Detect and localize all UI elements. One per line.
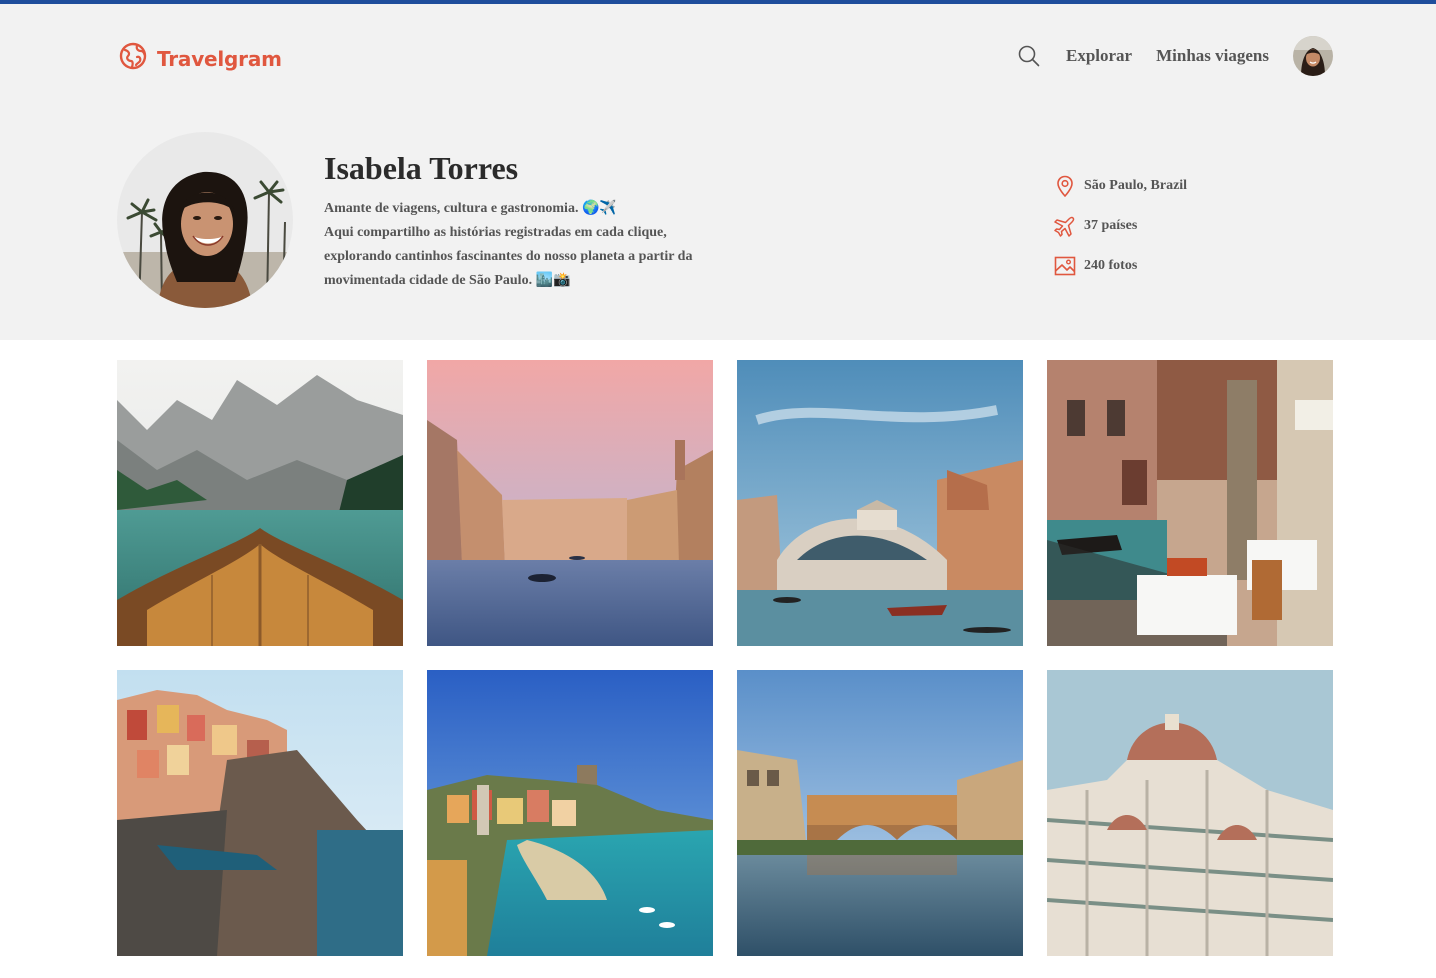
- user-avatar[interactable]: [1293, 36, 1333, 76]
- image-icon: [1054, 255, 1076, 277]
- photo-tile[interactable]: [1047, 360, 1333, 646]
- stat-countries-label: 37 países: [1084, 218, 1138, 233]
- airplane-icon: [1054, 215, 1076, 237]
- photo-grid: [117, 360, 1333, 956]
- search-icon[interactable]: [1018, 44, 1042, 68]
- top-nav: Explorar Minhas viagens: [1018, 36, 1333, 76]
- bio-line: movimentada cidade de São Paulo. 🏙️📸: [324, 273, 571, 288]
- photo-tile[interactable]: [427, 670, 713, 956]
- nav-link-minhas-viagens[interactable]: Minhas viagens: [1156, 46, 1269, 66]
- profile-bio: Amante de viagens, cultura e gastronomia…: [324, 197, 714, 293]
- bio-line: explorando cantinhos fascinantes do noss…: [324, 249, 693, 264]
- stat-photos: 240 fotos: [1054, 246, 1187, 286]
- photo-tile[interactable]: [1047, 670, 1333, 956]
- profile-name: Isabela Torres: [324, 150, 519, 186]
- map-pin-icon: [1054, 175, 1076, 197]
- profile-photo: [117, 132, 293, 308]
- photo-tile[interactable]: [737, 670, 1023, 956]
- logo-text: Travelgram: [157, 46, 282, 71]
- stat-location-label: São Paulo, Brazil: [1084, 178, 1188, 193]
- bio-line: Amante de viagens, cultura e gastronomia…: [324, 201, 617, 216]
- nav-link-explorar[interactable]: Explorar: [1066, 46, 1132, 66]
- photo-tile[interactable]: [737, 360, 1023, 646]
- bio-line: Aqui compartilho as histórias registrada…: [324, 225, 667, 240]
- profile-header: Travelgram Explorar Minhas viagens Isabe…: [0, 4, 1436, 340]
- profile-stats: São Paulo, Brazil 37 países 240 fotos: [1054, 166, 1187, 286]
- logo-link[interactable]: Travelgram: [119, 42, 282, 75]
- globe-icon: [119, 42, 147, 75]
- stat-location: São Paulo, Brazil: [1054, 166, 1187, 206]
- photo-tile[interactable]: [117, 360, 403, 646]
- photo-tile[interactable]: [427, 360, 713, 646]
- stat-photos-label: 240 fotos: [1084, 258, 1138, 273]
- photo-tile[interactable]: [117, 670, 403, 956]
- stat-countries: 37 países: [1054, 206, 1187, 246]
